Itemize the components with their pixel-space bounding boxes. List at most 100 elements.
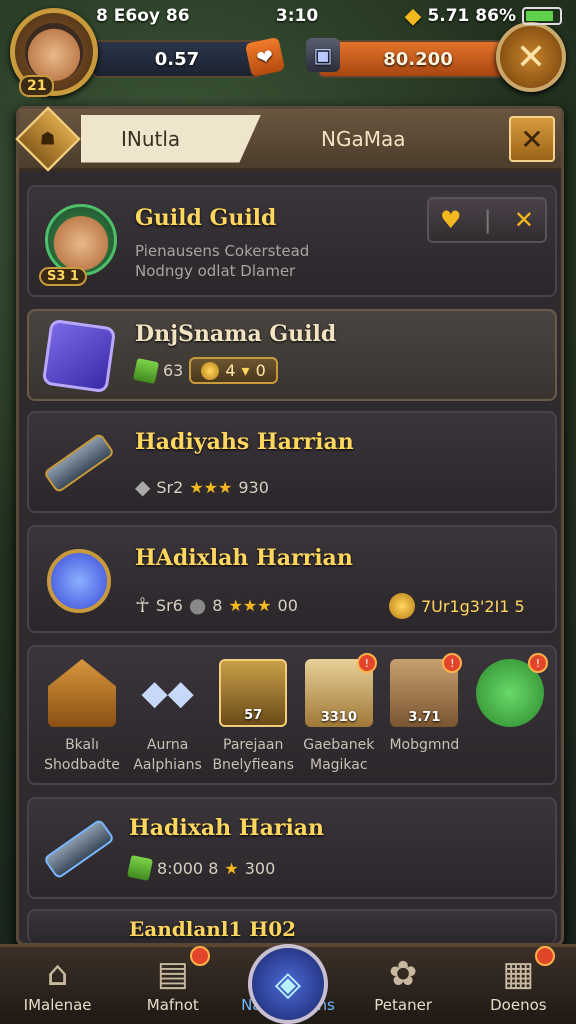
map-icon: ▤ <box>156 954 189 994</box>
chevron-icon: ▾ <box>241 361 250 380</box>
document-icon: ▦ <box>502 954 535 994</box>
nav-home[interactable]: ⌂ IMalenae <box>3 952 113 1014</box>
item-slot-2[interactable]: ◆◆ Aurna Aalphians <box>127 659 209 775</box>
nav-crystal[interactable]: ◈ Naelovarans <box>233 944 343 1024</box>
quest-1-stat-value: 930 <box>238 477 269 497</box>
item-3-label-1: Parejaan <box>223 737 284 753</box>
items-grid: Bkalı Shodbadte ◆◆ Aurna Aalphians 57 Pare… <box>41 653 551 775</box>
chest-resource-icon: ▣ <box>306 38 340 72</box>
status-signal: 5.71 86% <box>427 6 516 26</box>
cannon-icon <box>22 792 136 907</box>
item-5-qty: 3.71 <box>408 710 441 725</box>
quest-2-title: HAdixlah Harrian <box>135 545 353 571</box>
quest-3-title: Hadixah Harian <box>129 815 325 841</box>
level-badge: 21 <box>19 75 55 97</box>
quest-card-1[interactable]: Hadiyahs Harrian ◆ Sr2 ★★★ 930 <box>27 411 557 513</box>
item-5-label-1: Mobgmnd <box>389 737 460 753</box>
status-time: 3:10 <box>275 6 319 26</box>
tab-inactive[interactable]: NGaMaa <box>321 127 405 151</box>
quest-card-4-partial[interactable]: Eandlanl1 H02 <box>27 909 557 943</box>
nav-documents[interactable]: ▦ Doenos <box>463 946 573 1014</box>
status-left-text: 8 E6oy 86 <box>96 6 190 26</box>
panel-header: ☗ INutla NGaMaa ✕ <box>15 105 561 172</box>
quest-card-3[interactable]: Hadixah Harian 8:000 8 ★ 300 <box>27 797 557 899</box>
heart-icon[interactable]: ♥ <box>440 206 462 234</box>
guild-card[interactable]: S3 1 Guild Guild Pienausens Cokerstead N… <box>27 185 557 297</box>
item-1-label-2: Shodbadte <box>44 757 120 773</box>
quest-2-stats: ☥ Sr6 ● 8 ★★★ 00 <box>135 593 298 617</box>
green-gem-icon <box>132 357 160 384</box>
wood-icon: ! 3.71 <box>390 653 463 727</box>
star-icon: ★ <box>224 858 239 878</box>
resource-bar-left[interactable]: 0.57 ❤ <box>92 36 286 78</box>
scroll-icon: ! 3310 <box>304 653 377 727</box>
status-bar: 8 E6oy 86 3:10 ◆ 5.71 86% <box>0 0 576 32</box>
guild-emblem-icon[interactable]: ☗ <box>15 105 81 172</box>
guild-subtitle-1: Pienausens Cokerstead <box>135 242 310 260</box>
item-slot-5[interactable]: ! 3.71 Mobgmnd <box>383 653 465 775</box>
quest-2-right-stat: 7Ur1g3'2I1 5 <box>389 593 525 619</box>
gems-icon: ◆◆ <box>141 673 194 713</box>
quest-card-2[interactable]: HAdixlah Harrian ☥ Sr6 ● 8 ★★★ 00 7Ur1g3… <box>27 525 557 633</box>
clock-coin-icon <box>389 593 415 619</box>
ankh-icon: ☥ <box>135 593 150 617</box>
item-3-label-2: Bnelyfieans <box>212 757 294 773</box>
quest-3-gem-value: 8:000 8 <box>157 858 219 878</box>
notification-badge <box>189 946 210 966</box>
items-card: Bkalı Shodbadte ◆◆ Aurna Aalphians 57 Pare… <box>27 645 557 785</box>
nav-pet-label: Petaner <box>374 996 433 1014</box>
reject-icon[interactable]: ✕ <box>514 206 534 234</box>
item-3-qty: 57 <box>244 708 263 723</box>
helmet-icon: ● <box>188 593 207 617</box>
panel-close-button[interactable]: ✕ <box>509 116 555 162</box>
cannon-icon <box>22 406 136 521</box>
stars: ★★★ <box>228 595 272 615</box>
guild-title: Guild Guild <box>135 205 277 231</box>
home-icon: ⌂ <box>46 954 69 994</box>
house-icon <box>48 659 116 727</box>
amethyst-shield-icon <box>39 539 119 623</box>
resource-bar-right[interactable]: ▣ 80.200 <box>306 38 518 78</box>
item-1-label-1: Bkalı <box>65 737 99 753</box>
close-icon: ✕ <box>520 122 544 156</box>
gem-icon: ◆ <box>404 3 422 29</box>
tab-active[interactable]: INutla <box>81 114 261 163</box>
quest-2-stat-2: 8 <box>212 595 223 615</box>
chest-icon: 57 <box>219 659 288 727</box>
green-gem-icon <box>126 854 154 882</box>
nav-documents-label: Doenos <box>490 996 547 1014</box>
nav-map[interactable]: ▤ Mafnot <box>118 946 228 1014</box>
close-round-button[interactable]: ✕ <box>496 22 566 92</box>
quest-2-right-value: 7Ur1g3'2I1 5 <box>421 596 525 616</box>
guild-panel: ☗ INutla NGaMaa ✕ S3 1 Guild Guild Piena… <box>15 105 564 946</box>
dynasty-card[interactable]: DnjSnama Guild 63 4 ▾ 0 <box>27 309 557 401</box>
quest-1-stat: Sr2 <box>156 477 184 497</box>
coin-icon <box>201 361 220 380</box>
item-slot-4[interactable]: ! 3310 Gaebanek Magikac <box>298 653 380 775</box>
dynasty-title: DnjSnama Guild <box>135 321 337 347</box>
item-slot-3[interactable]: 57 Parejaan Bnelyfieans <box>212 659 294 775</box>
orb-icon: ! <box>475 653 548 727</box>
silver-gem-icon: ◆ <box>135 475 151 499</box>
resource-left-value: 0.57 <box>154 48 200 70</box>
quest-1-stats: ◆ Sr2 ★★★ 930 <box>135 475 269 499</box>
crystal-shield-icon <box>39 315 119 397</box>
crystal-icon: ◈ <box>247 944 328 1024</box>
notification-badge: ! <box>356 653 377 673</box>
battery-icon <box>522 7 562 25</box>
pet-icon: ✿ <box>388 954 418 994</box>
item-slot-1[interactable]: Bkalı Shodbadte <box>41 659 123 775</box>
notification-badge: ! <box>527 653 548 673</box>
guild-avatar-badge: S3 1 <box>39 267 87 286</box>
dynasty-stats: 63 4 ▾ 0 <box>132 357 278 384</box>
dynasty-gem-value: 63 <box>163 361 184 380</box>
dynasty-pill[interactable]: 4 ▾ 0 <box>189 357 278 384</box>
notification-badge: ! <box>442 653 463 673</box>
item-slot-6[interactable]: ! <box>469 653 551 775</box>
quest-4-title: Eandlanl1 H02 <box>129 917 297 941</box>
resource-right-value: 80.200 <box>383 48 453 70</box>
nav-pet[interactable]: ✿ Petaner <box>348 952 458 1014</box>
quest-2-stat-2-value: 00 <box>277 595 298 615</box>
stars: ★★★ <box>189 477 233 497</box>
item-4-qty: 3310 <box>320 710 357 725</box>
